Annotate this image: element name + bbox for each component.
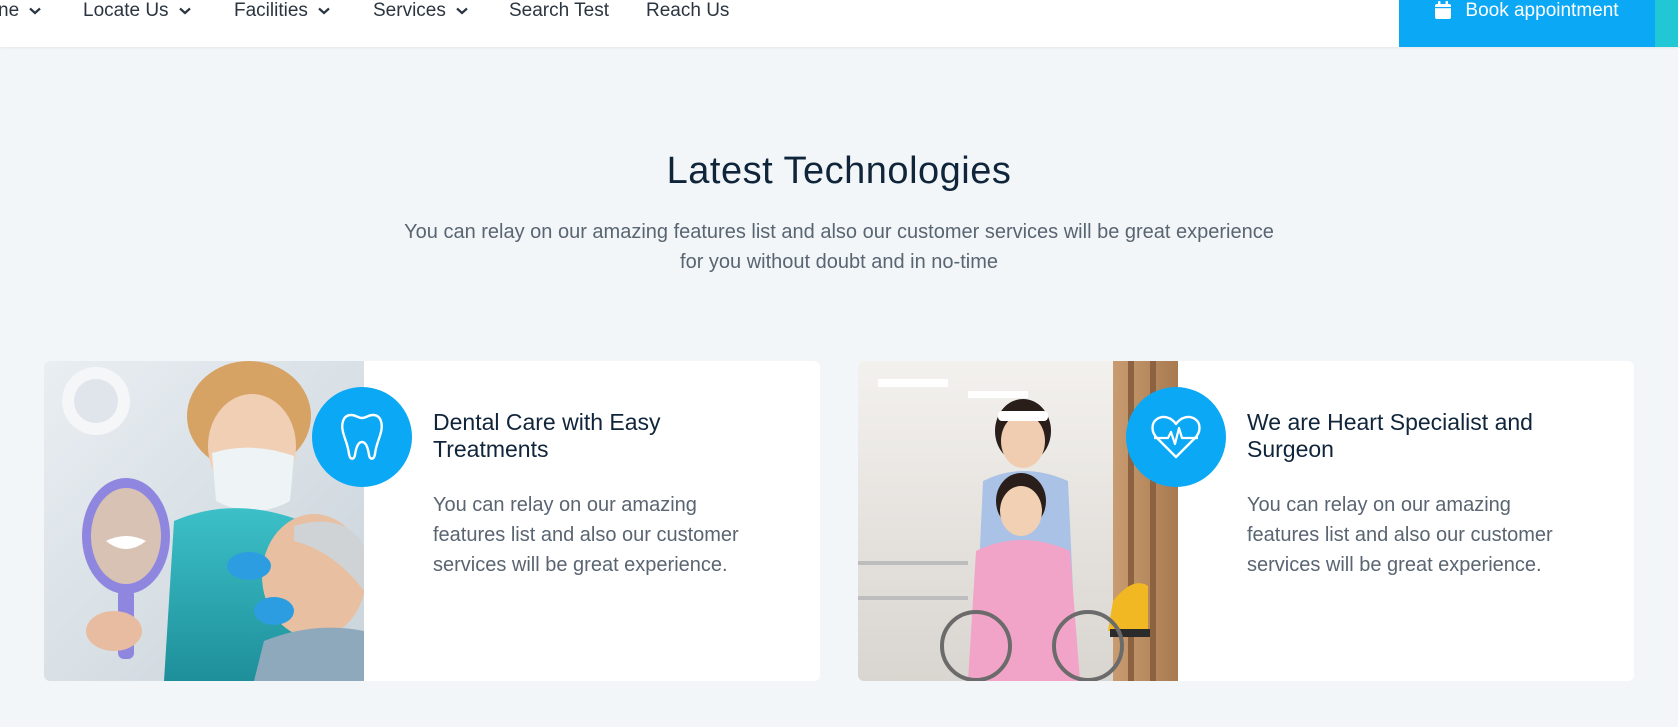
nav-item-label: Facilities [234,0,308,21]
feature-card-heart[interactable]: We are Heart Specialist and Surgeon You … [858,361,1634,681]
section-title: Latest Technologies [666,150,1012,192]
nav-item-label: ne [0,0,20,21]
book-appointment-label: Book appointment [1465,0,1619,21]
feature-card-dental[interactable]: Dental Care with Easy Treatments You can… [44,361,820,681]
nav-item-facilities[interactable]: Facilities [234,0,330,22]
card-title: We are Heart Specialist and Surgeon [1247,409,1533,462]
card-text: You can relay on our amazing features li… [433,494,739,576]
card-title: Dental Care with Easy Treatments [433,409,661,462]
dentist-with-patient-photo [44,361,364,681]
nurse-with-wheelchair-patient-photo [858,361,1178,681]
nav-item-label: Search Test [509,0,609,21]
heartbeat-icon [1126,387,1226,487]
tooth-icon [312,387,412,487]
chevron-down-icon [29,7,41,15]
section-subtitle: You can relay on our amazing features li… [404,221,1274,273]
book-appointment-button[interactable]: Book appointment [1399,0,1655,47]
nav-item-home[interactable]: ne [0,0,41,22]
nav-item-reach-us[interactable]: Reach Us [646,0,729,22]
chevron-down-icon [178,7,191,15]
nav-item-services[interactable]: Services [373,0,468,22]
card-text: You can relay on our amazing features li… [1247,494,1553,576]
nav-item-label: Services [373,0,446,21]
nav-item-label: Locate Us [83,0,169,21]
nav-item-locate-us[interactable]: Locate Us [83,0,191,22]
accent-edge [1655,0,1678,47]
chevron-down-icon [318,7,330,15]
nav-item-label: Reach Us [646,0,730,21]
nav-item-search-test[interactable]: Search Test [509,0,609,22]
chevron-down-icon [456,7,468,15]
top-navbar: ne Locate Us Facilities Services Search … [0,0,1678,47]
calendar-icon [1435,1,1452,19]
